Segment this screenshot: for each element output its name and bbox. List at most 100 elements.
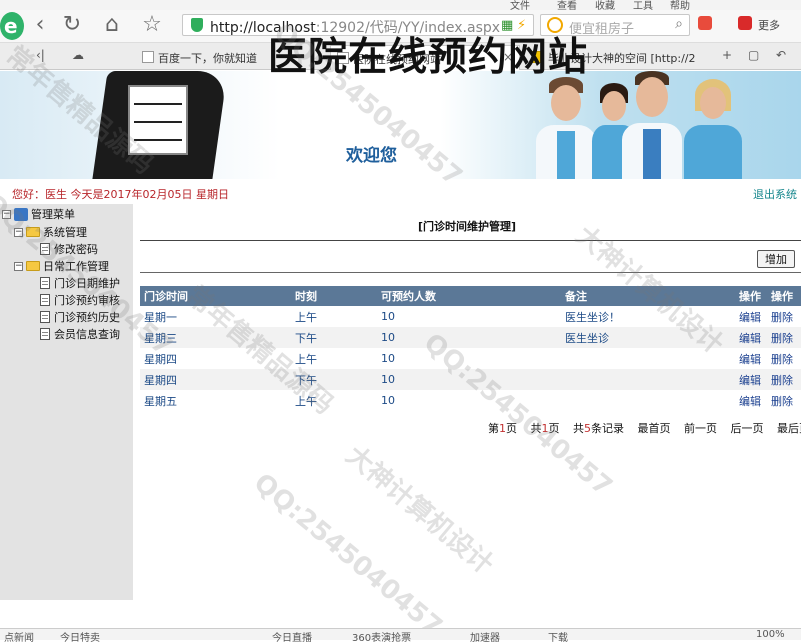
- folder-icon: [26, 227, 40, 237]
- sidebar-item-clinic-date[interactable]: 门诊日期维护: [40, 275, 120, 291]
- doctor-image-1: [536, 77, 596, 179]
- tree-group-daily[interactable]: − 日常工作管理: [14, 258, 109, 274]
- cell-count: 10: [377, 348, 561, 369]
- collapse-icon[interactable]: −: [14, 261, 23, 271]
- cell-date: 星期四: [140, 369, 291, 390]
- browser-logo-icon: [0, 12, 24, 40]
- delete-link[interactable]: 删除: [771, 374, 793, 387]
- sidebar-item-member-query[interactable]: 会员信息查询: [40, 326, 120, 342]
- status-download[interactable]: 下载: [548, 629, 568, 644]
- logout-link[interactable]: 退出系统: [753, 186, 797, 202]
- restore-tab-icon[interactable]: ▢: [748, 48, 759, 62]
- table-row: 星期四 上午 10 编辑 删除: [140, 348, 801, 369]
- divider: [140, 240, 801, 241]
- cell-date: 星期一: [140, 306, 291, 327]
- tree-group-label: 系统管理: [43, 226, 87, 239]
- favorite-star-icon[interactable]: ☆: [140, 13, 164, 37]
- col-header-time: 时刻: [291, 286, 377, 306]
- last-page-link[interactable]: 最后页: [777, 422, 801, 435]
- status-accelerator[interactable]: 加速器: [470, 629, 500, 644]
- page-icon: [40, 294, 50, 306]
- col-header-action-edit: 操作: [735, 286, 767, 306]
- browser-titlebar: 文件 查看 收藏 工具 帮助: [0, 0, 801, 12]
- video-icon[interactable]: [738, 16, 752, 30]
- back-icon[interactable]: ‹: [28, 13, 52, 37]
- prev-page-link[interactable]: 前一页: [684, 422, 717, 435]
- cell-count: 10: [377, 369, 561, 390]
- delete-link[interactable]: 删除: [771, 332, 793, 345]
- undo-icon[interactable]: ↶: [776, 48, 786, 62]
- col-header-action-delete: 操作: [767, 286, 801, 306]
- monitor-screen: [128, 85, 188, 155]
- sidebar-item-label: 门诊预约审核: [54, 294, 120, 307]
- sidebar-item-change-password[interactable]: 修改密码: [40, 241, 98, 257]
- more-link[interactable]: 更多: [758, 17, 780, 33]
- doctor-image-3: [622, 71, 682, 179]
- delete-link[interactable]: 删除: [771, 395, 793, 408]
- tree-group-label: 日常工作管理: [43, 260, 109, 273]
- cell-date: 星期五: [140, 390, 291, 411]
- edit-link[interactable]: 编辑: [739, 353, 761, 366]
- delete-link[interactable]: 删除: [771, 353, 793, 366]
- cell-note: 医生坐诊！: [561, 306, 735, 327]
- cell-date: 星期四: [140, 348, 291, 369]
- sidebar-item-label: 门诊预约历史: [54, 311, 120, 324]
- first-page-link[interactable]: 最首页: [638, 422, 671, 435]
- table-row: 星期四 下午 10 编辑 删除: [140, 369, 801, 390]
- site-banner: [0, 71, 801, 179]
- cell-count: 10: [377, 306, 561, 327]
- computer-icon: [14, 207, 28, 221]
- cell-time: 下午: [291, 369, 377, 390]
- watermark: 大神计算机设计: [340, 440, 499, 581]
- col-header-date: 门诊时间: [140, 286, 291, 306]
- edit-link[interactable]: 编辑: [739, 311, 761, 324]
- cell-note: [561, 348, 735, 369]
- sidebar-item-label: 修改密码: [54, 243, 98, 256]
- collapse-icon[interactable]: −: [2, 209, 11, 219]
- home-icon[interactable]: ⌂: [100, 13, 124, 37]
- tree-group-system[interactable]: − 系统管理: [14, 224, 87, 240]
- pagination: 第1页 共1页 共5条记录 最首页 前一页 后一页 最后页: [488, 420, 801, 436]
- cell-count: 10: [377, 390, 561, 411]
- cloud-icon[interactable]: ☁: [72, 48, 84, 62]
- sidebar-item-appointment-review[interactable]: 门诊预约审核: [40, 292, 120, 308]
- page-icon: [40, 277, 50, 289]
- cell-time: 上午: [291, 348, 377, 369]
- folder-icon: [26, 261, 40, 271]
- refresh-icon[interactable]: ↻: [60, 13, 84, 37]
- table-row: 星期一 上午 10 医生坐诊！ 编辑 删除: [140, 306, 801, 327]
- status-live[interactable]: 今日直播: [272, 629, 312, 644]
- edit-link[interactable]: 编辑: [739, 374, 761, 387]
- site-subtitle: 欢迎您: [346, 146, 397, 166]
- tab-nav-back-icon[interactable]: ‹|: [36, 48, 45, 62]
- page-title: [门诊时间维护管理]: [417, 220, 517, 233]
- divider: [140, 272, 801, 273]
- tree-root[interactable]: − 管理菜单: [2, 206, 75, 222]
- add-button[interactable]: 增加: [757, 250, 795, 268]
- table-row: 星期五 上午 10 编辑 删除: [140, 390, 801, 411]
- new-tab-icon[interactable]: +: [722, 48, 732, 62]
- greeting-text: 您好：医生 今天是2017年02月05日 星期日: [12, 188, 229, 201]
- apps-icon[interactable]: [698, 16, 712, 30]
- edit-link[interactable]: 编辑: [739, 332, 761, 345]
- cell-note: 医生坐诊: [561, 327, 735, 348]
- total-records: 共5条记录: [573, 422, 624, 435]
- edit-link[interactable]: 编辑: [739, 395, 761, 408]
- sidebar-item-appointment-history[interactable]: 门诊预约历史: [40, 309, 120, 325]
- collapse-icon[interactable]: −: [14, 227, 23, 237]
- page-icon: [40, 243, 50, 255]
- delete-link[interactable]: 删除: [771, 311, 793, 324]
- page-icon: [40, 311, 50, 323]
- status-tickets[interactable]: 360表演抢票: [352, 629, 411, 644]
- cell-time: 下午: [291, 327, 377, 348]
- sidebar-item-label: 门诊日期维护: [54, 277, 120, 290]
- zoom-level[interactable]: 100%: [756, 629, 785, 640]
- browser-statusbar: 点新闻 今日特卖 今日直播 360表演抢票 加速器 下载 100%: [0, 628, 801, 644]
- next-page-link[interactable]: 后一页: [731, 422, 764, 435]
- col-header-note: 备注: [561, 286, 735, 306]
- search-icon[interactable]: ⌕: [675, 16, 683, 32]
- cell-time: 上午: [291, 390, 377, 411]
- status-sale[interactable]: 今日特卖: [60, 629, 100, 644]
- status-news[interactable]: 点新闻: [4, 629, 34, 644]
- page-icon: [40, 328, 50, 340]
